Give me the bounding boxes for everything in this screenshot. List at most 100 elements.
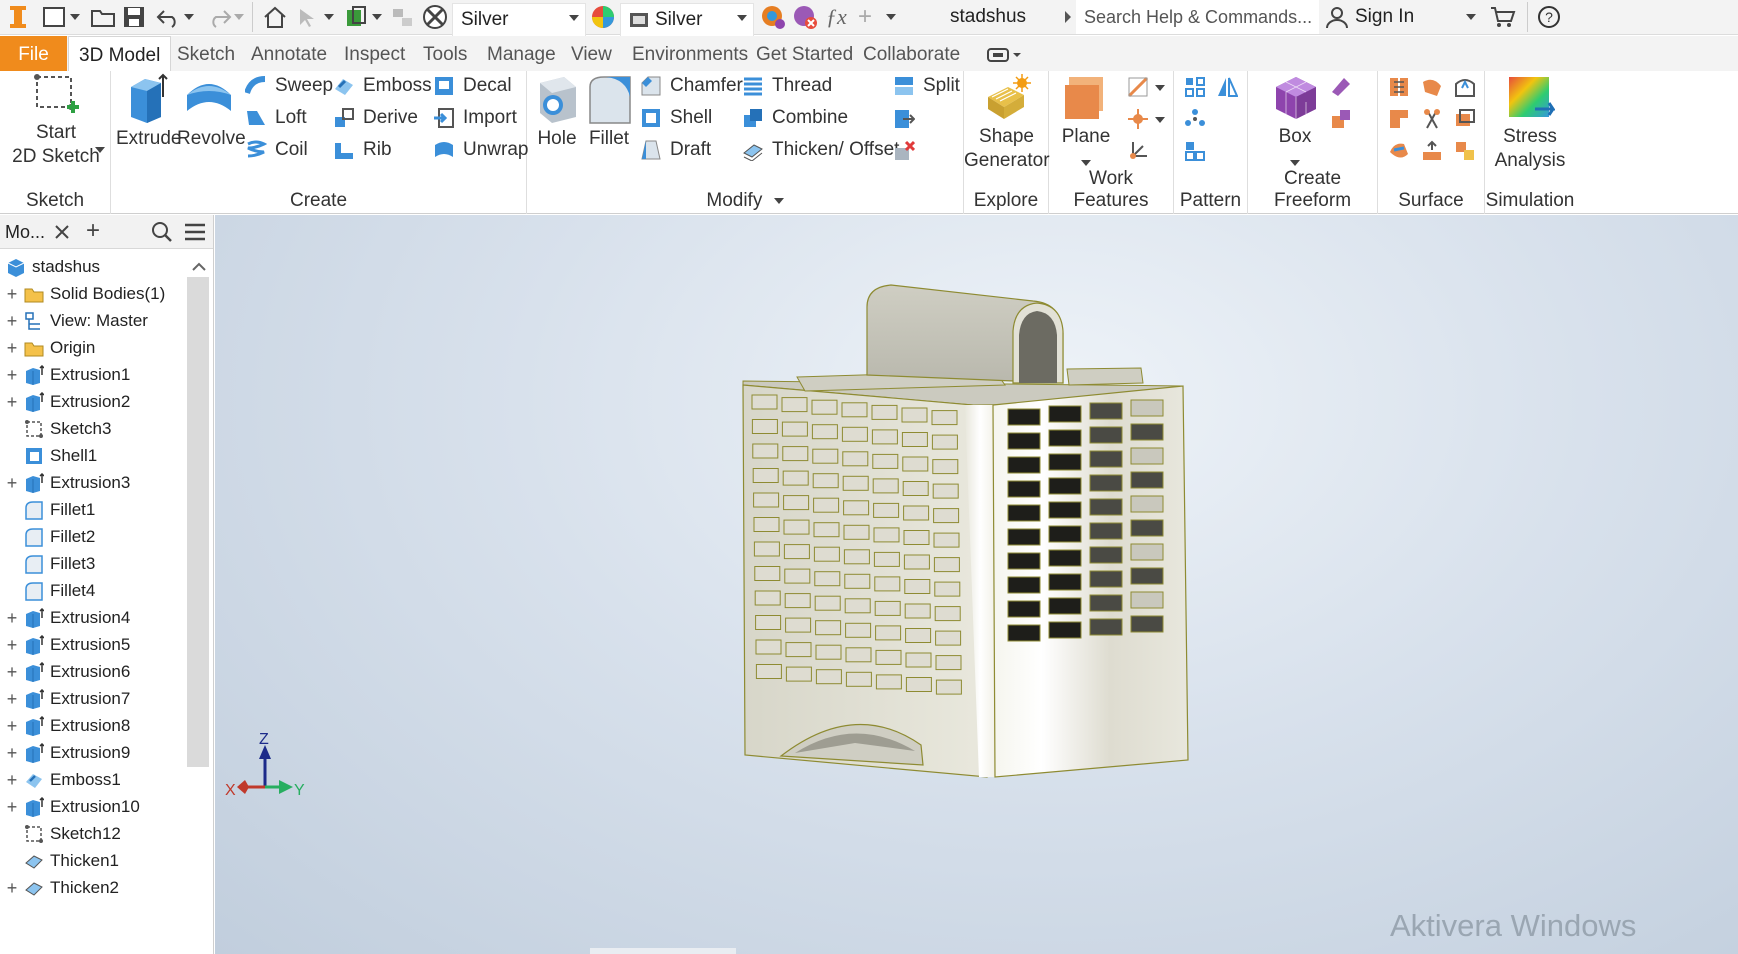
replace-face-icon[interactable] — [1421, 140, 1443, 162]
tree-item[interactable]: + Extrusion1 — [0, 360, 190, 390]
coil-button[interactable]: Coil — [245, 136, 308, 164]
cart-icon[interactable] — [1490, 0, 1516, 34]
close-icon[interactable] — [54, 224, 70, 240]
loft-button[interactable]: Loft — [245, 104, 307, 132]
sign-in-button[interactable]: Sign In — [1325, 0, 1414, 34]
import-button[interactable]: Import — [433, 104, 517, 132]
draft-button[interactable]: Draft — [640, 136, 711, 164]
expand-icon[interactable]: + — [4, 284, 20, 305]
home-icon[interactable] — [262, 0, 288, 34]
update-icon[interactable] — [344, 0, 382, 34]
chamfer-button[interactable]: Chamfer — [640, 72, 743, 100]
stitch-icon[interactable] — [1388, 76, 1410, 98]
tree-item[interactable]: Fillet2 — [0, 522, 190, 552]
expand-icon[interactable]: + — [4, 392, 20, 413]
hole-button[interactable]: Hole — [530, 73, 584, 151]
chevron-right-icon[interactable] — [1063, 0, 1073, 34]
customize-icon[interactable] — [886, 0, 896, 34]
open-icon[interactable] — [90, 0, 116, 34]
sketch-driven-pattern-icon[interactable] — [1184, 140, 1206, 162]
rectangular-pattern-icon[interactable] — [1184, 76, 1206, 98]
repair-bodies-icon[interactable] — [1454, 140, 1476, 162]
viewport-scrollbar[interactable] — [590, 948, 736, 954]
decal-button[interactable]: Decal — [433, 72, 512, 100]
plane-dropdown-icon[interactable] — [1081, 160, 1091, 166]
work-point-icon[interactable] — [1127, 108, 1149, 130]
shape-generator-button[interactable]: Shape Generator — [964, 73, 1050, 173]
expand-icon[interactable]: + — [4, 770, 20, 791]
tree-item[interactable]: + Extrusion5 — [0, 630, 190, 660]
tree-item[interactable]: Shell1 — [0, 441, 190, 471]
expand-icon[interactable]: + — [4, 662, 20, 683]
tree-item[interactable]: + Thicken2 — [0, 873, 190, 903]
modify-panel-title[interactable]: Modify — [527, 190, 963, 212]
parameters-icon[interactable]: ƒx — [826, 0, 847, 34]
tree-item[interactable]: + Extrusion7 — [0, 684, 190, 714]
convert-to-freeform-icon[interactable] — [1330, 108, 1352, 130]
delete-face-icon[interactable] — [893, 140, 915, 162]
tab-get-started[interactable]: Get Started — [746, 36, 863, 71]
tree-item[interactable]: + Solid Bodies(1) — [0, 279, 190, 309]
tree-item[interactable]: Fillet1 — [0, 495, 190, 525]
tree-item[interactable]: Sketch3 — [0, 414, 190, 444]
work-point-dropdown-icon[interactable] — [1155, 117, 1165, 123]
measure-icon[interactable] — [390, 0, 416, 34]
plane-button[interactable]: Plane — [1055, 73, 1117, 173]
browser-scrollbar[interactable] — [187, 277, 209, 767]
tab-view[interactable]: View — [561, 36, 622, 71]
start-sketch-dropdown-icon[interactable] — [95, 147, 105, 153]
tree-item[interactable]: + Emboss1 — [0, 765, 190, 795]
combine-button[interactable]: Combine — [742, 104, 848, 132]
tree-item[interactable]: + Extrusion3 — [0, 468, 190, 498]
expand-icon[interactable]: + — [4, 878, 20, 899]
tab-collaborate[interactable]: Collaborate — [853, 36, 970, 71]
direct-edit-icon[interactable] — [893, 108, 915, 130]
tree-item[interactable]: + Extrusion8 — [0, 711, 190, 741]
expand-icon[interactable]: + — [4, 473, 20, 494]
search-help-input[interactable]: Search Help & Commands... — [1076, 0, 1319, 34]
expand-icon[interactable]: + — [4, 716, 20, 737]
browser-tab-model[interactable]: Mo... — [5, 222, 45, 243]
tree-item[interactable]: + View: Master — [0, 306, 190, 336]
tree-item[interactable]: + Extrusion4 — [0, 603, 190, 633]
new-icon[interactable] — [42, 0, 80, 34]
expand-icon[interactable]: + — [4, 689, 20, 710]
clear-appearance-icon[interactable] — [792, 0, 818, 34]
box-button[interactable]: Box — [1262, 73, 1328, 173]
revolve-button[interactable]: Revolve — [177, 73, 246, 151]
expand-icon[interactable]: + — [4, 338, 20, 359]
sculpt-icon[interactable] — [1421, 76, 1443, 98]
tab-tools[interactable]: Tools — [413, 36, 477, 71]
work-axis-icon[interactable] — [1127, 76, 1149, 98]
tab-inspect[interactable]: Inspect — [334, 36, 415, 71]
expand-icon[interactable]: + — [4, 635, 20, 656]
redo-icon[interactable] — [206, 0, 244, 34]
start-2d-sketch-button[interactable]: Start 2D Sketch — [8, 73, 104, 169]
work-axis-dropdown-icon[interactable] — [1155, 85, 1165, 91]
save-icon[interactable] — [122, 0, 146, 34]
tab-file[interactable]: File — [0, 36, 67, 71]
add-browser-tab-icon[interactable]: + — [86, 217, 100, 245]
appearance-select[interactable]: Silver — [620, 3, 754, 37]
material-select[interactable]: Silver — [452, 3, 586, 37]
search-icon[interactable] — [151, 221, 173, 243]
mirror-icon[interactable] — [1216, 76, 1238, 98]
tree-root[interactable]: stadshus — [0, 252, 206, 282]
menu-icon[interactable] — [184, 223, 206, 241]
freeform-face-icon[interactable] — [1330, 76, 1352, 98]
derive-button[interactable]: Derive — [333, 104, 418, 132]
expand-icon[interactable]: + — [4, 797, 20, 818]
chevron-up-icon[interactable] — [192, 262, 206, 272]
appearance-icon[interactable] — [590, 0, 616, 34]
tree-item[interactable]: + Extrusion9 — [0, 738, 190, 768]
material-sphere-icon[interactable] — [422, 0, 448, 34]
split-button[interactable]: Split — [893, 72, 960, 100]
help-icon[interactable]: ? — [1537, 0, 1561, 34]
thread-button[interactable]: Thread — [742, 72, 832, 100]
extend-icon[interactable] — [1454, 108, 1476, 130]
ucs-icon[interactable] — [1127, 140, 1149, 162]
patch-icon[interactable] — [1454, 76, 1476, 98]
tree-item[interactable]: + Extrusion10 — [0, 792, 190, 822]
account-dropdown-icon[interactable] — [1466, 0, 1476, 34]
boundary-patch-icon[interactable] — [1388, 140, 1410, 162]
